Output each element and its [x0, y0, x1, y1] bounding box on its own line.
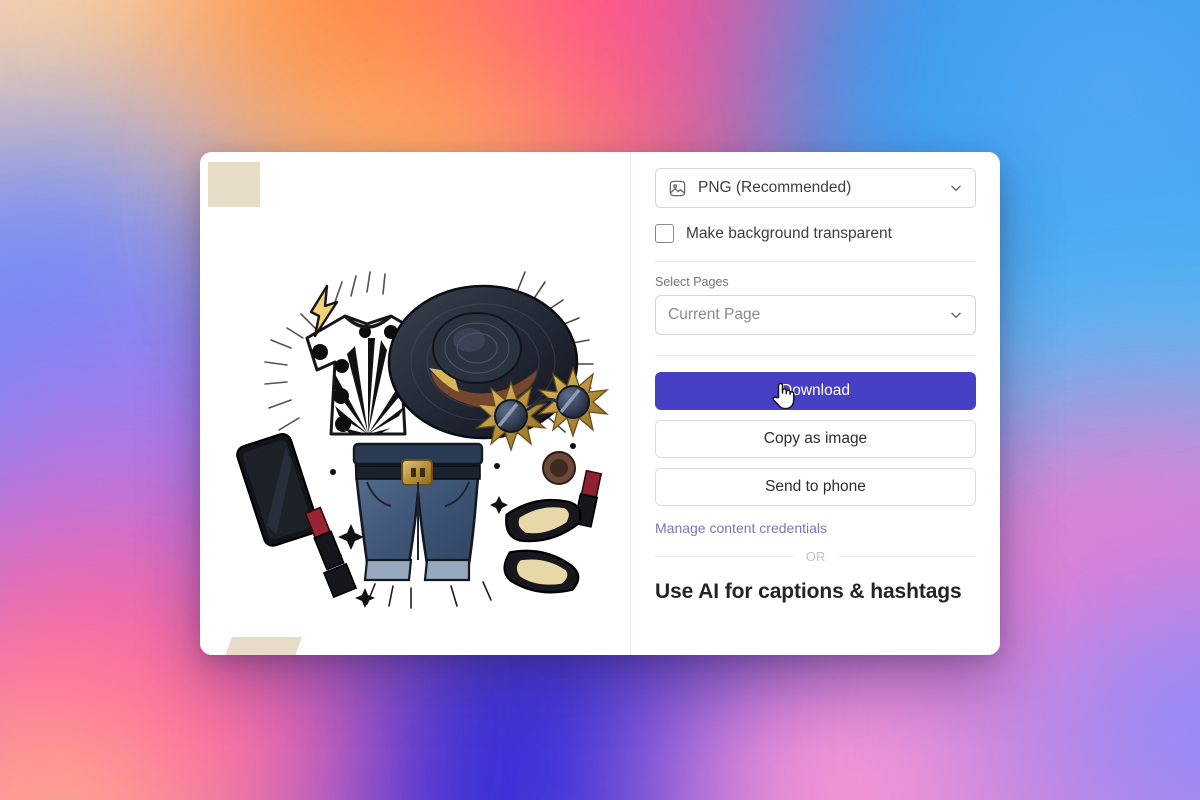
divider: [655, 261, 976, 262]
copy-as-image-label: Copy as image: [763, 430, 868, 447]
transparent-background-checkbox[interactable]: [655, 224, 674, 243]
design-artwork: [236, 271, 610, 609]
or-label: OR: [805, 549, 826, 564]
send-to-phone-label: Send to phone: [765, 478, 866, 495]
send-to-phone-button[interactable]: Send to phone: [655, 468, 976, 506]
chevron-down-icon: [949, 308, 963, 322]
chevron-down-icon: [949, 181, 963, 195]
or-separator: OR: [655, 549, 976, 564]
pages-select[interactable]: Current Page: [655, 295, 976, 335]
export-options-pane: PNG (Recommended) Make background transp…: [631, 152, 1000, 655]
or-line-right: [837, 556, 976, 557]
download-button-label: Download: [781, 382, 850, 399]
copy-as-image-button[interactable]: Copy as image: [655, 420, 976, 458]
or-line-left: [655, 556, 794, 557]
format-select-value: PNG (Recommended): [698, 179, 852, 196]
export-dialog: PNG (Recommended) Make background transp…: [200, 152, 1000, 655]
transparent-background-label: Make background transparent: [686, 224, 892, 242]
transparent-background-checkbox-row[interactable]: Make background transparent: [655, 224, 976, 243]
image-icon: [668, 179, 687, 198]
format-select[interactable]: PNG (Recommended): [655, 168, 976, 208]
preview-corner-shape: [208, 162, 260, 207]
manage-content-credentials-link[interactable]: Manage content credentials: [655, 520, 976, 536]
download-button[interactable]: Download: [655, 372, 976, 410]
preview-bottom-shape: [223, 637, 303, 655]
design-preview-pane[interactable]: [200, 152, 631, 655]
ai-captions-heading: Use AI for captions & hashtags: [655, 580, 962, 603]
pages-select-value: Current Page: [668, 306, 761, 323]
select-pages-label: Select Pages: [655, 275, 729, 289]
